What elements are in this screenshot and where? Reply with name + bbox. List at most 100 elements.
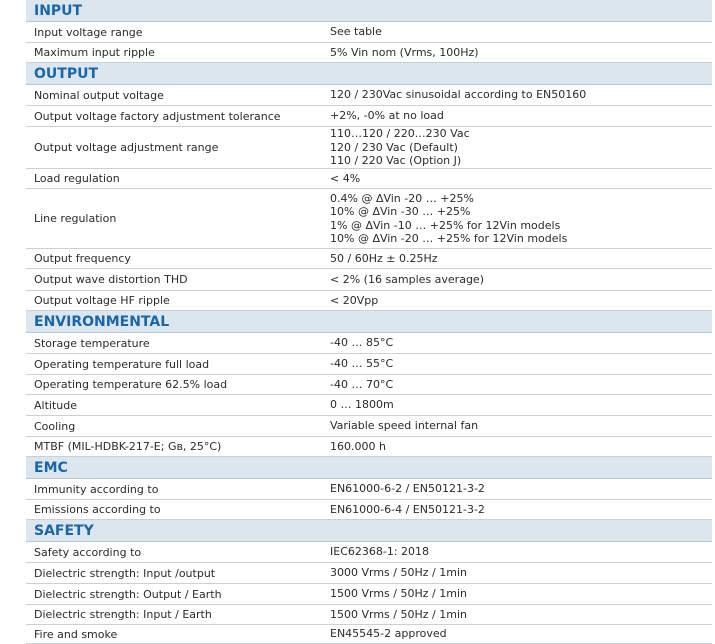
spec-label: Output voltage factory adjustment tolera… [34,109,281,123]
spec-row: Cooling Variable speed internal fan [26,416,712,437]
spec-row: Load regulation < 4% [26,169,712,189]
spec-row: Operating temperature full load -40 … 55°… [26,354,712,375]
spec-label: Dielectric strength: Input /output [34,566,216,580]
spec-value-line: 120 / 230 Vac (Default) [330,140,458,154]
spec-value: -40 … 70°C [328,378,712,392]
spec-value-line: 110 / 220 Vac (Option J) [330,154,462,168]
spec-value-line: +2%, -0% at no load [330,109,444,123]
section-header-output: OUTPUT [26,63,712,85]
spec-value-line: 1500 Vrms / 50Hz / 1min [330,607,467,621]
spec-row: Dielectric strength: Input /output 3000 V… [26,563,712,584]
spec-label: Operating temperature 62.5% load [34,378,228,391]
spec-label: Operating temperature full load [34,357,210,371]
spec-value: 160.000 h [328,440,712,454]
spec-label: Dielectric strength: Output / Earth [34,587,222,601]
spec-value-line: 5% Vin nom (Vrms, 100Hz) [330,45,479,59]
spec-value: < 4% [328,172,712,186]
section-header-safety: SAFETY [26,520,712,542]
spec-value: < 20Vpp [328,294,712,308]
spec-value-line: 110…120 / 220…230 Vac [330,127,470,141]
spec-label: Line regulation [34,212,117,225]
spec-value-line: 160.000 h [330,439,386,453]
spec-value: -40 … 55°C [328,357,712,371]
spec-label: MTBF (MIL-HDBK-217-E; Gʙ, 25°C) [34,440,222,453]
spec-value-line: 3000 Vrms / 50Hz / 1min [330,566,467,580]
spec-row: Immunity according to EN61000-6-2 / EN501… [26,479,712,500]
spec-value-line: EN61000-6-2 / EN50121-3-2 [330,482,485,496]
spec-value-line: 1500 Vrms / 50Hz / 1min [330,587,467,601]
spec-label: Output voltage HF ripple [34,294,170,307]
section-header-emc: EMC [26,457,712,479]
spec-value: 0 … 1800m [328,398,712,412]
spec-label: Cooling [34,419,76,433]
spec-value: EN61000-6-4 / EN50121-3-2 [328,503,712,517]
spec-value: EN45545-2 approved [328,627,712,641]
spec-label: Fire and smoke [34,627,118,641]
spec-value-line: -40 … 70°C [330,377,394,391]
spec-value-line: 0 … 1800m [330,398,394,412]
spec-value-line: -40 … 85°C [330,336,394,350]
spec-value: 110…120 / 220…230 Vac 120 / 230 Vac (Defa… [328,127,712,168]
spec-label: Emissions according to [34,503,161,516]
spec-value: Variable speed internal fan [328,419,712,433]
spec-label: Dielectric strength: Input / Earth [34,608,212,621]
spec-value-line: 1% @ ΔVin -10 … +25% for 12Vin models [330,218,561,232]
spec-value-line: 120 / 230Vac sinusoidal according to EN5… [330,88,587,102]
spec-value-line: See table [330,25,382,39]
spec-value: 1500 Vrms / 50Hz / 1min [328,608,712,622]
spec-row: Altitude 0 … 1800m [26,395,712,416]
spec-value: See table [328,25,712,39]
spec-label: Immunity according to [34,482,159,496]
spec-value: 5% Vin nom (Vrms, 100Hz) [328,46,712,60]
spec-label: Safety according to [34,545,142,559]
spec-value: +2%, -0% at no load [328,109,712,123]
spec-value-line: EN45545-2 approved [330,627,447,641]
spec-value: -40 … 85°C [328,336,712,350]
spec-value-line: 0.4% @ ΔVin -20 … +25% [330,191,474,205]
spec-value: 3000 Vrms / 50Hz / 1min [328,566,712,580]
spec-label: Storage temperature [34,336,150,350]
spec-row: Output voltage factory adjustment tolera… [26,106,712,127]
spec-label: Nominal output voltage [34,88,164,102]
spec-label: Output frequency [34,252,131,265]
spec-row: Nominal output voltage 120 / 230Vac sinus… [26,85,712,106]
spec-value: EN61000-6-2 / EN50121-3-2 [328,482,712,496]
spec-label: Input voltage range [34,25,143,39]
spec-value-line: < 20Vpp [330,293,379,307]
spec-row: Dielectric strength: Output / Earth 1500 … [26,584,712,605]
spec-label: Output voltage adjustment range [34,141,219,154]
spec-value-line: -40 … 55°C [330,357,394,371]
spec-value: IEC62368-1: 2018 [328,545,712,559]
spec-row: MTBF (MIL-HDBK-217-E; Gʙ, 25°C) 160.000 h [26,437,712,457]
spec-row: Fire and smoke EN45545-2 approved [26,625,712,644]
spec-row: Line regulation 0.4% @ ΔVin -20 … +25% 10%… [26,189,712,249]
spec-value: 120 / 230Vac sinusoidal according to EN5… [328,88,712,102]
spec-value-line: < 2% (16 samples average) [330,272,484,286]
specification-table: INPUT Input voltage range See table Maximum… [26,0,712,644]
spec-row: Safety according to IEC62368-1: 2018 [26,542,712,563]
spec-row: Emissions according to EN61000-6-4 / EN50… [26,500,712,520]
spec-row: Storage temperature -40 … 85°C [26,333,712,354]
spec-value-line: 10% @ ΔVin -20 … +25% for 12Vin models [330,232,568,245]
spec-row: Maximum input ripple 5% Vin nom (Vrms, 10… [26,43,712,63]
spec-row: Output frequency 50 / 60Hz ± 0.25Hz [26,249,712,269]
spec-value-line: < 4% [330,171,361,185]
spec-row: Output wave distortion THD < 2% (16 sampl… [26,269,712,291]
spec-value: < 2% (16 samples average) [328,273,712,287]
section-header-environmental: ENVIRONMENTAL [26,311,712,333]
spec-value-line: IEC62368-1: 2018 [330,545,430,559]
spec-value-line: 10% @ ΔVin -30 … +25% [330,205,471,218]
spec-value: 1500 Vrms / 50Hz / 1min [328,587,712,601]
spec-row: Input voltage range See table [26,22,712,43]
spec-value-line: 50 / 60Hz ± 0.25Hz [330,251,438,265]
spec-value-line: Variable speed internal fan [330,419,479,433]
spec-label: Output wave distortion THD [34,273,188,286]
spec-row: Operating temperature 62.5% load -40 … 70… [26,375,712,395]
spec-row: Dielectric strength: Input / Earth 1500 V… [26,605,712,625]
spec-row: Output voltage adjustment range 110…120 /… [26,127,712,169]
spec-label: Load regulation [34,172,120,185]
spec-value: 0.4% @ ΔVin -20 … +25% 10% @ ΔVin -30 … +… [328,192,712,246]
section-header-input: INPUT [26,0,712,22]
spec-value-line: EN61000-6-4 / EN50121-3-2 [330,502,485,516]
spec-label: Maximum input ripple [34,46,155,59]
